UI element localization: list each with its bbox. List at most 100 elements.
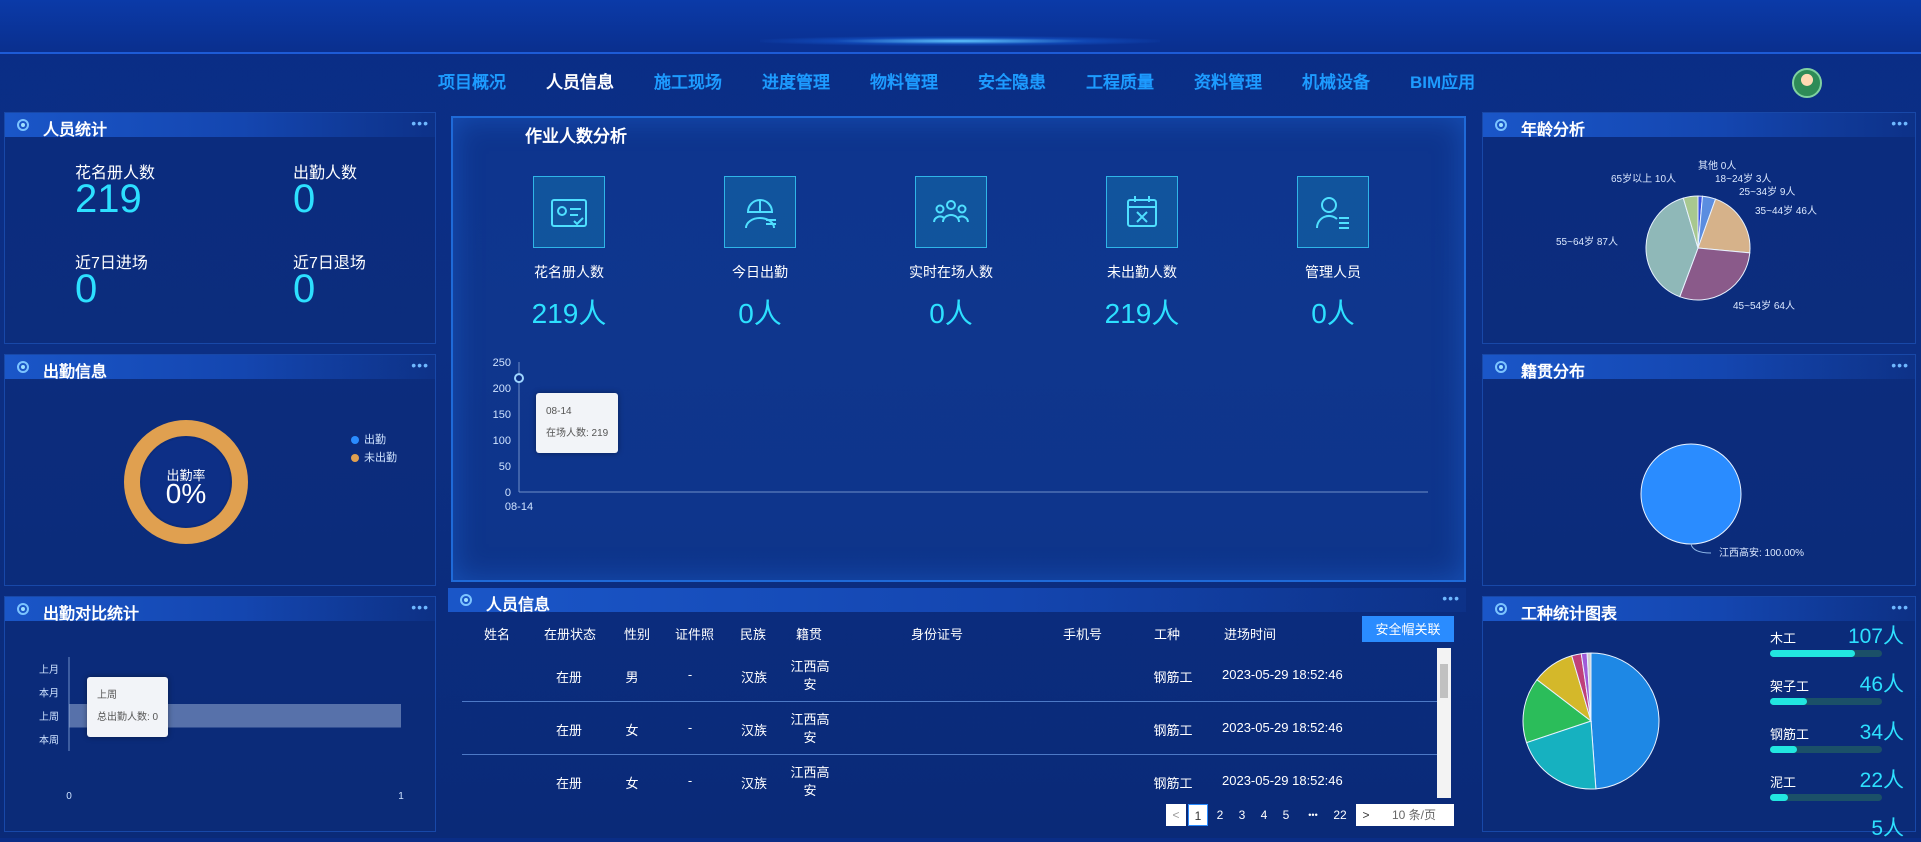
- category-label: 本月: [39, 686, 59, 699]
- cell-time: 2023-05-29 18:52:46: [1222, 720, 1343, 735]
- stat-value: 0人: [929, 298, 973, 329]
- row-divider: [462, 701, 1440, 702]
- page-button-3[interactable]: 3: [1232, 804, 1252, 826]
- cell-gender: 男: [625, 670, 639, 685]
- nav-item-bim[interactable]: BIM应用: [1410, 68, 1475, 93]
- tooltip-title: 08-14: [546, 406, 572, 417]
- eye-icon: [460, 594, 472, 606]
- x-tick-label: 1: [398, 791, 404, 802]
- work-pie-slice[interactable]: [1590, 652, 1660, 790]
- page-button-2[interactable]: 2: [1210, 804, 1230, 826]
- cell-photo: -: [687, 773, 693, 788]
- cell-time: 2023-05-29 18:52:46: [1222, 773, 1343, 788]
- cell-ethnic: 汉族: [740, 776, 767, 791]
- y-tick-label: 250: [493, 357, 511, 369]
- user-avatar[interactable]: [1792, 68, 1822, 98]
- stat-value: 219人: [531, 298, 607, 329]
- category-label: 本周: [39, 733, 59, 746]
- origin-pie-chart: 江西高安: 100.00%: [1640, 443, 1804, 559]
- data-point[interactable]: [514, 373, 524, 384]
- page-button-4[interactable]: 4: [1254, 804, 1274, 826]
- col-header-photo[interactable]: 证件照: [675, 624, 714, 643]
- exit7-value: 0: [293, 267, 316, 311]
- age-pie-label: 45~54岁 64人: [1733, 299, 1795, 312]
- more-dots-icon[interactable]: •••: [411, 115, 429, 131]
- panel-title: 出勤信息: [43, 364, 108, 381]
- eye-icon: [17, 119, 29, 131]
- col-header-time[interactable]: 进场时间: [1224, 624, 1276, 643]
- y-tick-label: 100: [493, 435, 511, 447]
- page-next-button[interactable]: >: [1356, 804, 1376, 826]
- nav-item-construction-site[interactable]: 施工现场: [654, 68, 722, 93]
- more-dots-icon[interactable]: •••: [1891, 599, 1909, 615]
- origin-pie-slice[interactable]: [1640, 443, 1742, 545]
- age-pie-label: 其他 0人: [1698, 159, 1736, 172]
- table-scrollbar[interactable]: [1437, 648, 1451, 798]
- panel-age-analysis: 年龄分析 ••• 其他 0人 18~24岁 3人 25~34岁 9人 35~44岁 4…: [1482, 112, 1916, 344]
- panel-staff-stats: 人员统计 ••• 花名册人数 219 出勤人数 0 近7日进场 0 近7日退场 …: [4, 112, 436, 344]
- work-type-bar: [1770, 746, 1882, 753]
- stat-roster: 花名册人数 219人: [499, 176, 639, 332]
- origin-pie-leader: [1690, 543, 1712, 554]
- col-header-phone[interactable]: 手机号: [1063, 624, 1102, 643]
- nav-item-materials[interactable]: 物料管理: [870, 68, 938, 93]
- cell-job: 钢筋工: [1153, 670, 1193, 685]
- scrollbar-thumb[interactable]: [1440, 664, 1448, 698]
- work-type-bar-fill: [1770, 746, 1797, 753]
- stat-label: 未出勤人数: [1107, 264, 1177, 280]
- page-ellipsis[interactable]: •••: [1300, 804, 1326, 826]
- nav-item-personnel-info[interactable]: 人员信息: [546, 68, 614, 93]
- col-header-id[interactable]: 身份证号: [911, 624, 963, 643]
- cell-job: 钢筋工: [1153, 776, 1193, 791]
- helmet-link-button[interactable]: 安全帽关联: [1362, 616, 1454, 642]
- nav-item-documents[interactable]: 资料管理: [1194, 68, 1262, 93]
- col-header-gender[interactable]: 性别: [624, 624, 650, 643]
- nav-item-safety-hazards[interactable]: 安全隐患: [978, 68, 1046, 93]
- icon-box: [1297, 176, 1369, 248]
- panel-attendance: 出勤信息 ••• 出勤率 0% 出勤 未出勤: [4, 354, 436, 586]
- col-header-status[interactable]: 在册状态: [544, 624, 596, 643]
- work-type-bar: [1770, 650, 1882, 657]
- y-tick-label: 200: [493, 383, 511, 395]
- stat-value: 0人: [738, 298, 782, 329]
- work-type-name: 木工: [1770, 631, 1797, 646]
- icon-box: [915, 176, 987, 248]
- row-divider: [462, 754, 1440, 755]
- legend-swatch: [351, 436, 359, 445]
- panel-title: 人员信息: [486, 597, 551, 614]
- age-pie-label: 55~64岁 87人: [1556, 235, 1618, 248]
- work-type-name: 泥工: [1770, 775, 1797, 790]
- more-dots-icon[interactable]: •••: [411, 357, 429, 373]
- stat-absent: 未出勤人数 219人: [1072, 176, 1212, 332]
- panel-header: 出勤信息 •••: [5, 355, 435, 381]
- stat-label: 今日出勤: [732, 264, 788, 280]
- page-prev-button[interactable]: <: [1166, 804, 1186, 826]
- more-dots-icon[interactable]: •••: [1442, 590, 1460, 606]
- roster-value: 219: [75, 177, 142, 221]
- page-button-1[interactable]: 1: [1188, 804, 1208, 826]
- work-type-count: 107人: [1847, 625, 1904, 648]
- nav-item-machinery[interactable]: 机械设备: [1302, 68, 1370, 93]
- page-button-last[interactable]: 22: [1328, 804, 1352, 826]
- nav-item-quality[interactable]: 工程质量: [1086, 68, 1154, 93]
- nav-item-progress[interactable]: 进度管理: [762, 68, 830, 93]
- page-size-select[interactable]: 10 条/页: [1374, 804, 1454, 826]
- work-type-count: 34人: [1859, 721, 1904, 744]
- legend-label: 未出勤: [364, 452, 397, 464]
- group-icon: [933, 200, 969, 223]
- col-header-name[interactable]: 姓名: [484, 624, 510, 643]
- col-header-origin[interactable]: 籍贯: [796, 624, 822, 643]
- page-button-5[interactable]: 5: [1276, 804, 1296, 826]
- age-pie-label: 25~34岁 9人: [1739, 185, 1795, 198]
- col-header-job[interactable]: 工种: [1154, 624, 1180, 643]
- legend-swatch: [351, 454, 359, 463]
- col-header-ethnic[interactable]: 民族: [740, 624, 766, 643]
- y-tick-label: 150: [493, 409, 511, 421]
- legend-label: 出勤: [364, 434, 386, 446]
- work-type-bar: [1770, 698, 1882, 705]
- nav-item-project-overview[interactable]: 项目概况: [438, 68, 506, 93]
- icon-box: [724, 176, 796, 248]
- cell-status: 在册: [555, 670, 582, 685]
- cell-photo: -: [687, 667, 693, 682]
- eye-icon: [17, 361, 29, 373]
